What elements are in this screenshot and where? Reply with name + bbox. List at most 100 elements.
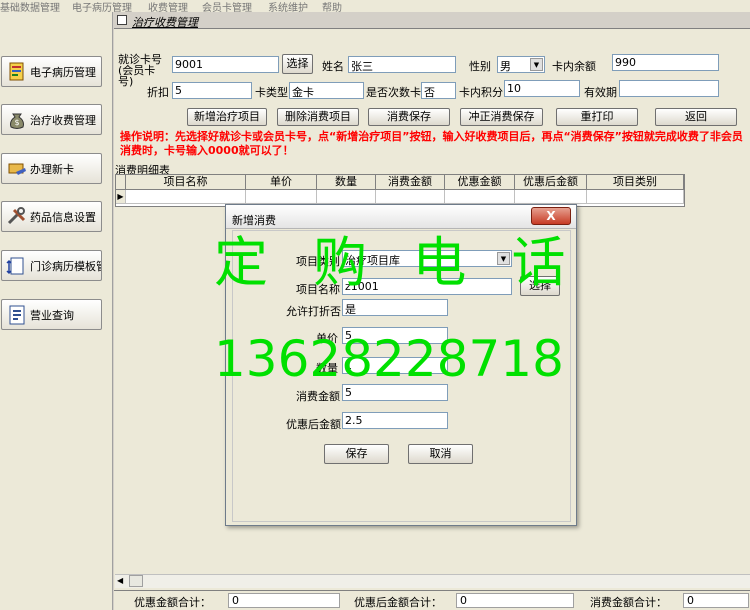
grid-header: 项目名称 单价 数量 消费金额 优惠金额 优惠后金额 项目类别 (116, 175, 684, 190)
allow-discount-input[interactable]: 是 (342, 299, 448, 316)
menu-emr[interactable]: 电子病历管理 (72, 0, 132, 12)
menu-basic-data[interactable]: 基础数据管理 (0, 0, 60, 12)
menu-billing[interactable]: 收费管理 (148, 0, 188, 12)
save-consumption-button[interactable]: 消费保存 (368, 108, 450, 126)
sidebar-item-label: 电子病历管理 (30, 65, 96, 79)
column-header[interactable]: 单价 (246, 175, 317, 189)
scroll-left-icon[interactable]: ◀ (117, 576, 123, 585)
price-label: 单价 (316, 332, 338, 345)
sidebar-item-business-query[interactable]: 营业查询 (1, 299, 102, 330)
discount-label: 折扣 (147, 86, 169, 99)
category-label: 项目类别 (296, 255, 340, 268)
template-icon (6, 257, 24, 274)
after-total-label: 优惠后金额合计： (354, 596, 442, 609)
price-input[interactable]: 5 (342, 327, 448, 344)
dialog-cancel-button[interactable]: 取消 (408, 444, 473, 464)
points-input[interactable]: 10 (504, 80, 580, 97)
report-icon (9, 305, 25, 324)
dialog-title: 新增消费 (232, 214, 276, 227)
card-number-input[interactable]: 9001 (172, 56, 279, 73)
reprint-button[interactable]: 重打印 (556, 108, 638, 126)
menu-help[interactable]: 帮助 (322, 0, 342, 12)
item-name-input[interactable]: z1001 (342, 278, 512, 295)
back-button[interactable]: 返回 (655, 108, 737, 126)
card-type-label: 卡类型 (255, 86, 288, 99)
sidebar-item-drug-settings[interactable]: 药品信息设置 (1, 201, 102, 232)
window-title: 治疗收费管理 (132, 16, 198, 29)
allow-discount-label: 允许打折否 (286, 305, 341, 318)
discount-total-value: 0 (228, 593, 340, 608)
svg-text:$: $ (14, 118, 19, 127)
card-type-input[interactable]: 金卡 (289, 82, 364, 99)
window-menu-icon[interactable] (117, 15, 127, 25)
menu-bar: 基础数据管理 电子病历管理 收费管理 会员卡管理 系统维护 帮助 (0, 0, 750, 12)
balance-label: 卡内余额 (552, 60, 596, 73)
add-treatment-button[interactable]: 新增治疗项目 (187, 108, 267, 126)
item-name-label: 项目名称 (296, 283, 340, 296)
gender-value: 男 (500, 60, 511, 73)
item-select-button[interactable]: 选择 (520, 276, 560, 296)
sidebar-item-emr[interactable]: 电子病历管理 (1, 56, 102, 87)
consumption-grid[interactable]: 项目名称 单价 数量 消费金额 优惠金额 优惠后金额 项目类别 ▶ (115, 174, 685, 207)
name-label: 姓名 (322, 60, 344, 73)
dialog-save-button[interactable]: 保存 (324, 444, 389, 464)
card-select-button[interactable]: 选择 (282, 54, 313, 74)
menu-system[interactable]: 系统维护 (268, 0, 308, 12)
after-total-value: 0 (456, 593, 574, 608)
balance-input[interactable]: 990 (612, 54, 719, 71)
name-input[interactable]: 张三 (348, 56, 456, 73)
money-bag-icon: $ (10, 113, 24, 129)
card-hand-icon (8, 163, 26, 175)
category-select[interactable]: 治疗项目库 ▼ (342, 250, 512, 267)
sidebar-item-label: 药品信息设置 (30, 210, 96, 224)
expiry-input[interactable] (619, 80, 719, 97)
sidebar: 电子病历管理 $ 治疗收费管理 办理新卡 药品信息设置 门诊病历模板管理 营业查… (0, 12, 113, 610)
chevron-down-icon[interactable]: ▼ (497, 252, 510, 265)
points-label: 卡内积分 (459, 86, 503, 99)
scroll-thumb[interactable] (129, 575, 143, 587)
tools-icon (7, 206, 26, 224)
column-header[interactable]: 优惠金额 (445, 175, 515, 189)
sidebar-item-label: 营业查询 (30, 308, 74, 322)
row-indicator-icon: ▶ (116, 190, 126, 203)
column-header[interactable]: 数量 (317, 175, 376, 189)
discount-input[interactable]: 5 (172, 82, 252, 99)
quantity-label: 数量 (316, 362, 338, 375)
reverse-save-button[interactable]: 冲正消费保存 (460, 108, 543, 126)
column-header[interactable]: 优惠后金额 (515, 175, 587, 189)
column-header[interactable]: 消费金额 (376, 175, 445, 189)
chevron-down-icon[interactable]: ▼ (530, 58, 543, 71)
gender-label: 性别 (469, 60, 491, 73)
operation-notice: 操作说明：先选择好就诊卡或会员卡号，点“新增治疗项目”按钮，输入好收费项目后，再… (120, 130, 743, 157)
spend-total-label: 消费金额合计： (590, 596, 667, 609)
per-use-card-input[interactable]: 否 (421, 82, 456, 99)
sidebar-item-template[interactable]: 门诊病历模板管理 (1, 250, 102, 281)
dialog-body (232, 230, 571, 522)
delete-item-button[interactable]: 删除消费项目 (277, 108, 359, 126)
sidebar-item-label: 门诊病历模板管理 (30, 259, 101, 273)
amount-input[interactable]: 5 (342, 384, 448, 401)
gender-select[interactable]: 男 ▼ (497, 56, 545, 73)
window-title-bar (114, 12, 750, 29)
discount-total-label: 优惠金额合计： (134, 596, 211, 609)
dialog-close-icon[interactable]: X (531, 207, 571, 225)
column-header[interactable]: 项目类别 (587, 175, 684, 189)
card-number-label: 就诊卡号(会员卡号) (118, 53, 162, 88)
amount-label: 消费金额 (296, 390, 340, 403)
quantity-input[interactable]: 1 (342, 357, 448, 374)
sidebar-item-label: 办理新卡 (30, 162, 74, 176)
expiry-label: 有效期 (584, 86, 617, 99)
grid-corner (116, 175, 126, 189)
sidebar-item-label: 治疗收费管理 (30, 113, 96, 127)
menu-member-card[interactable]: 会员卡管理 (202, 0, 252, 12)
table-row[interactable]: ▶ (116, 190, 684, 204)
sidebar-item-new-card[interactable]: 办理新卡 (1, 153, 102, 184)
horizontal-scrollbar[interactable]: ◀ (115, 574, 750, 588)
after-discount-label: 优惠后金额 (286, 418, 341, 431)
per-use-card-label: 是否次数卡 (366, 86, 421, 99)
sidebar-item-billing[interactable]: $ 治疗收费管理 (1, 104, 102, 135)
column-header[interactable]: 项目名称 (126, 175, 246, 189)
dialog-title-bar[interactable] (226, 205, 576, 229)
spend-total-value: 0 (683, 593, 749, 608)
after-discount-input[interactable]: 2.5 (342, 412, 448, 429)
